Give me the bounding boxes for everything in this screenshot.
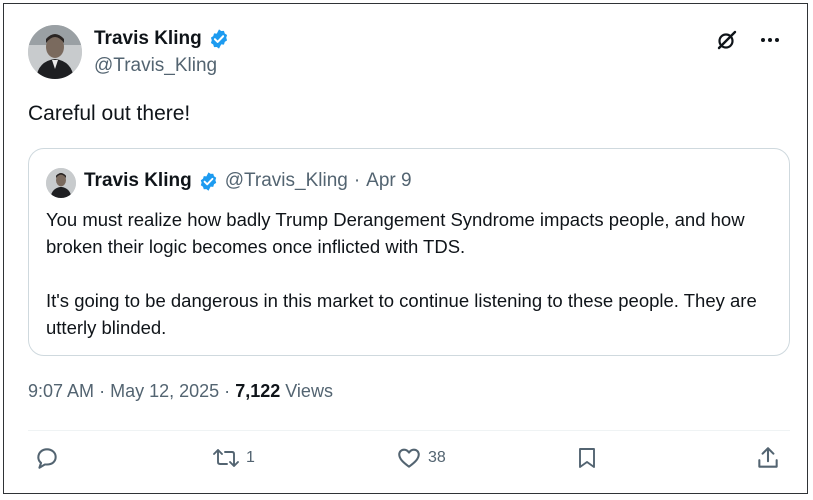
views-count: 7,122 xyxy=(235,381,281,401)
quoted-separator: · xyxy=(353,170,361,191)
views-label: Views xyxy=(285,381,333,401)
quoted-header: Travis Kling @Travis_Kling · Apr 9 xyxy=(84,170,412,192)
top-right-icons xyxy=(715,28,781,52)
verified-badge-icon xyxy=(210,29,227,49)
reply-icon xyxy=(37,448,57,469)
tweet-time[interactable]: 9:07 AM xyxy=(28,381,94,401)
quoted-date: Apr 9 xyxy=(366,170,412,191)
bookmark-icon xyxy=(579,448,595,468)
author-name-text: Travis Kling xyxy=(94,28,202,49)
retweet-button[interactable]: 1 xyxy=(212,445,255,471)
author-name[interactable]: Travis Kling xyxy=(94,28,230,50)
quoted-author-avatar xyxy=(46,168,76,198)
quoted-tweet[interactable]: Travis Kling @Travis_Kling · Apr 9 You m… xyxy=(28,148,790,356)
more-icon[interactable] xyxy=(759,29,781,51)
tweet-meta: 9:07 AM · May 12, 2025 · 7,122 Views xyxy=(28,381,333,402)
retweet-icon xyxy=(213,449,239,467)
like-count: 38 xyxy=(428,449,446,466)
divider xyxy=(28,430,790,431)
reply-button[interactable] xyxy=(34,445,60,471)
avatar-photo xyxy=(28,25,82,79)
tweet-date[interactable]: May 12, 2025 xyxy=(110,381,219,401)
verified-badge-icon xyxy=(200,171,216,191)
tweet-text: Careful out there! xyxy=(28,102,191,125)
bookmark-button[interactable] xyxy=(575,445,599,471)
heart-icon xyxy=(398,448,420,468)
author-avatar[interactable] xyxy=(28,25,82,79)
meta-separator: · xyxy=(224,381,231,401)
quoted-paragraph-1: You must realize how badly Trump Derange… xyxy=(46,209,745,257)
quoted-paragraph-2: It's going to be dangerous in this marke… xyxy=(46,290,757,338)
grok-icon[interactable] xyxy=(715,28,739,52)
share-button[interactable] xyxy=(755,445,781,471)
tweet-card: Travis Kling @Travis_Kling Careful out t… xyxy=(3,3,808,494)
action-bar: 1 38 xyxy=(28,445,790,479)
quoted-text: You must realize how badly Trump Derange… xyxy=(46,206,776,368)
share-icon xyxy=(758,447,778,468)
quoted-author-name: Travis Kling xyxy=(84,170,192,191)
quoted-author-handle: @Travis_Kling xyxy=(224,170,348,191)
retweet-count: 1 xyxy=(246,449,255,466)
like-button[interactable]: 38 xyxy=(396,445,446,471)
meta-separator: · xyxy=(99,381,106,401)
author-handle[interactable]: @Travis_Kling xyxy=(94,55,217,77)
